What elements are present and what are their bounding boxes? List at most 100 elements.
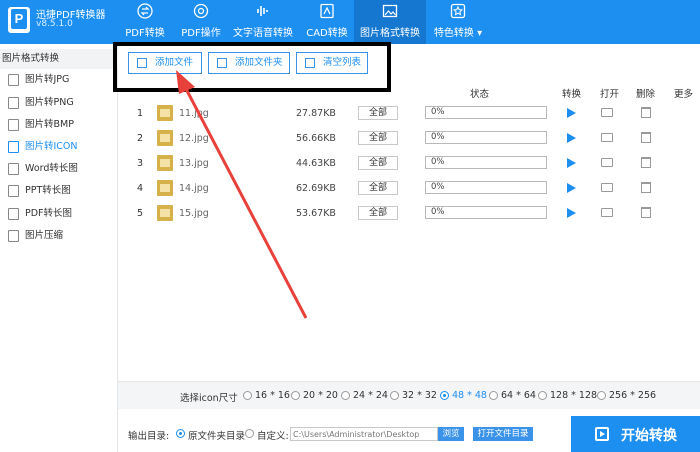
document-icon bbox=[8, 163, 19, 175]
image-thumbnail bbox=[157, 105, 173, 121]
tab-special-convert[interactable]: 特色转换 ▾ bbox=[432, 0, 484, 44]
folder-icon[interactable] bbox=[601, 108, 613, 117]
folder-icon[interactable] bbox=[601, 133, 613, 142]
file-name: 14.jpg bbox=[179, 183, 209, 194]
trash-icon[interactable] bbox=[641, 207, 651, 218]
size-radio-16[interactable] bbox=[243, 391, 252, 400]
image-thumbnail bbox=[157, 205, 173, 221]
play-icon[interactable] bbox=[567, 108, 576, 118]
row-number: 5 bbox=[137, 208, 144, 219]
image-thumbnail bbox=[157, 155, 173, 171]
highlight-box bbox=[113, 42, 391, 92]
sidebar-item-compress[interactable]: 图片压缩 bbox=[0, 225, 118, 247]
size-option-32[interactable]: 32 * 32 bbox=[402, 390, 437, 401]
document-icon bbox=[8, 185, 19, 197]
original-folder-radio[interactable] bbox=[176, 429, 185, 438]
progress-bar: 0% bbox=[425, 106, 547, 119]
size-option-256[interactable]: 256 * 256 bbox=[609, 390, 656, 401]
size-radio-64[interactable] bbox=[489, 391, 498, 400]
browse-button[interactable]: 浏览 bbox=[438, 427, 464, 441]
size-option-24[interactable]: 24 * 24 bbox=[353, 390, 388, 401]
page-scope-button[interactable]: 全部 bbox=[358, 181, 398, 195]
sidebar-item-jpg[interactable]: 图片转JPG bbox=[0, 69, 118, 91]
sidebar-item-icon[interactable]: 图片转ICON bbox=[0, 136, 118, 158]
play-icon[interactable] bbox=[567, 183, 576, 193]
star-icon bbox=[450, 3, 466, 19]
folder-icon[interactable] bbox=[601, 183, 613, 192]
file-name: 13.jpg bbox=[179, 158, 209, 169]
output-path-input[interactable] bbox=[290, 427, 438, 441]
play-icon bbox=[595, 427, 609, 441]
header-status: 状态 bbox=[470, 89, 490, 100]
play-icon[interactable] bbox=[567, 158, 576, 168]
page-scope-button[interactable]: 全部 bbox=[358, 131, 398, 145]
row-number: 4 bbox=[137, 183, 144, 194]
size-option-20[interactable]: 20 * 20 bbox=[303, 390, 338, 401]
original-folder-option[interactable]: 原文件夹目录 bbox=[188, 428, 245, 442]
size-radio-128[interactable] bbox=[538, 391, 547, 400]
page-scope-button[interactable]: 全部 bbox=[358, 206, 398, 220]
sidebar-header: 图片格式转换 bbox=[0, 49, 118, 69]
file-name: 11.jpg bbox=[179, 108, 209, 119]
sidebar-item-png[interactable]: 图片转PNG bbox=[0, 92, 118, 114]
header-delete: 删除 bbox=[636, 89, 656, 100]
open-folder-button[interactable]: 打开文件目录 bbox=[473, 427, 533, 441]
image-icon bbox=[382, 4, 398, 18]
swap-icon bbox=[137, 3, 153, 19]
gear-icon bbox=[193, 3, 209, 19]
size-radio-24[interactable] bbox=[341, 391, 350, 400]
sidebar-item-bmp[interactable]: 图片转BMP bbox=[0, 114, 118, 136]
trash-icon[interactable] bbox=[641, 132, 651, 143]
row-number: 1 bbox=[137, 108, 144, 119]
size-radio-256[interactable] bbox=[597, 391, 606, 400]
row-number: 3 bbox=[137, 158, 144, 169]
app-version: v8.5.1.0 bbox=[36, 19, 73, 29]
sidebar-item-word-long[interactable]: Word转长图 bbox=[0, 158, 118, 180]
size-option-16[interactable]: 16 * 16 bbox=[255, 390, 290, 401]
size-radio-48[interactable] bbox=[440, 391, 449, 400]
tab-cad-convert[interactable]: CAD转换 bbox=[302, 0, 352, 44]
app-logo: P bbox=[8, 7, 30, 33]
size-option-128[interactable]: 128 * 128 bbox=[550, 390, 597, 401]
tab-pdf-operate[interactable]: PDF操作 bbox=[174, 0, 228, 44]
size-radio-32[interactable] bbox=[390, 391, 399, 400]
file-size: 44.63KB bbox=[296, 158, 336, 169]
row-number: 2 bbox=[137, 133, 144, 144]
size-option-48[interactable]: 48 * 48 bbox=[452, 390, 487, 401]
play-icon[interactable] bbox=[567, 208, 576, 218]
compress-icon bbox=[8, 230, 19, 242]
top-header: P 迅捷PDF转换器 v8.5.1.0 PDF转换 PDF操作 文字语音转换 C… bbox=[0, 0, 700, 44]
trash-icon[interactable] bbox=[641, 107, 651, 118]
image-icon bbox=[8, 97, 19, 109]
output-label: 输出目录: bbox=[128, 431, 170, 442]
file-name: 15.jpg bbox=[179, 208, 209, 219]
custom-folder-radio[interactable] bbox=[245, 429, 254, 438]
trash-icon[interactable] bbox=[641, 182, 651, 193]
size-radio-20[interactable] bbox=[291, 391, 300, 400]
header-convert: 转换 bbox=[562, 89, 582, 100]
page-scope-button[interactable]: 全部 bbox=[358, 156, 398, 170]
size-option-64[interactable]: 64 * 64 bbox=[501, 390, 536, 401]
sidebar-item-ppt-long[interactable]: PPT转长图 bbox=[0, 180, 118, 202]
header-open: 打开 bbox=[600, 89, 620, 100]
tab-image-convert[interactable]: 图片格式转换 bbox=[354, 0, 426, 44]
file-name: 12.jpg bbox=[179, 133, 209, 144]
image-icon bbox=[8, 74, 19, 86]
trash-icon[interactable] bbox=[641, 157, 651, 168]
document-icon bbox=[8, 208, 19, 220]
start-convert-button[interactable]: 开始转换 bbox=[571, 416, 700, 452]
audio-icon bbox=[257, 6, 268, 16]
progress-bar: 0% bbox=[425, 131, 547, 144]
play-icon[interactable] bbox=[567, 133, 576, 143]
page-scope-button[interactable]: 全部 bbox=[358, 106, 398, 120]
tab-pdf-convert[interactable]: PDF转换 bbox=[118, 0, 172, 44]
image-thumbnail bbox=[157, 130, 173, 146]
file-size: 56.66KB bbox=[296, 133, 336, 144]
sidebar-item-pdf-long[interactable]: PDF转长图 bbox=[0, 203, 118, 225]
tab-text-voice[interactable]: 文字语音转换 bbox=[232, 0, 294, 44]
progress-bar: 0% bbox=[425, 206, 547, 219]
image-thumbnail bbox=[157, 180, 173, 196]
folder-icon[interactable] bbox=[601, 208, 613, 217]
folder-icon[interactable] bbox=[601, 158, 613, 167]
custom-folder-option[interactable]: 自定义: bbox=[257, 428, 289, 442]
